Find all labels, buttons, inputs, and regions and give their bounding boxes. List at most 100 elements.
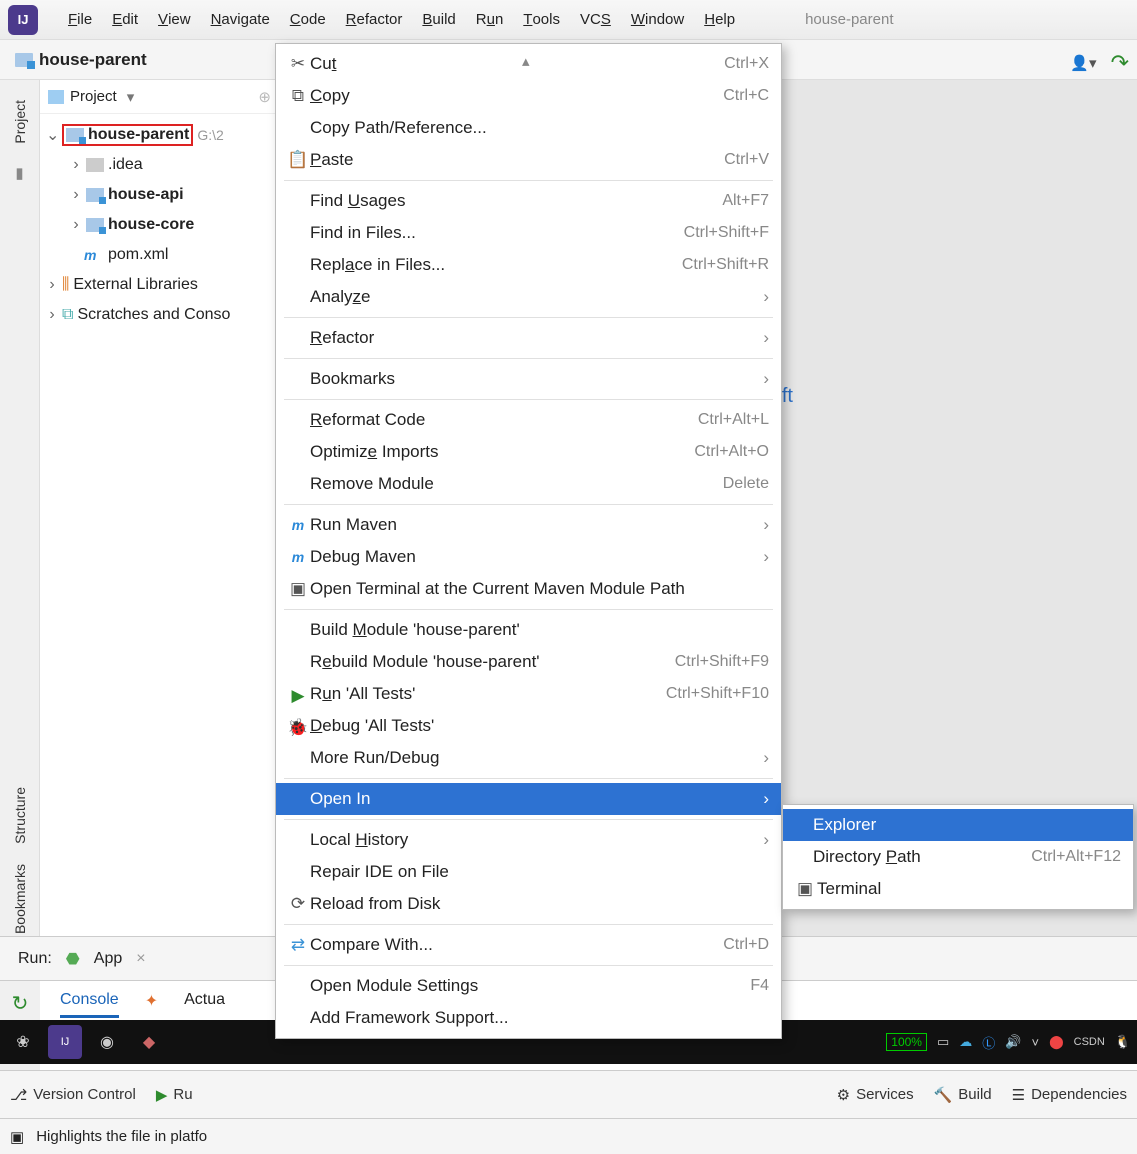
run-tab-console[interactable]: Console [60, 991, 119, 1018]
tree-core[interactable]: › house-core [40, 210, 279, 240]
ctx-open-terminal-maven[interactable]: ▣Open Terminal at the Current Maven Modu… [276, 573, 781, 605]
ctx-rebuild-module[interactable]: Rebuild Module 'house-parent'Ctrl+Shift+… [276, 646, 781, 678]
menu-tools[interactable]: Tools [513, 0, 570, 39]
rerun-icon[interactable]: ↻ [12, 991, 29, 1016]
menu-view[interactable]: View [148, 0, 201, 39]
left-tool-strip-bottom: Structure Bookmarks [0, 787, 40, 934]
taskbar-intellij[interactable]: IJ [48, 1025, 82, 1059]
vcs-icon: ⎇ [10, 1086, 27, 1104]
tab-dependencies[interactable]: ☰Dependencies [1012, 1086, 1127, 1104]
left-tab-project[interactable]: Project [12, 100, 28, 144]
menu-vcs[interactable]: VCS [570, 0, 621, 39]
run-label: Run: [18, 950, 52, 968]
collapse-arrow-icon[interactable]: › [46, 276, 58, 294]
ctx-optimize-imports[interactable]: Optimize ImportsCtrl+Alt+O [276, 436, 781, 468]
collapse-arrow-icon[interactable]: › [46, 306, 58, 324]
collapse-arrow-icon[interactable]: › [70, 186, 82, 204]
taskbar-app-1[interactable]: ❀ [6, 1025, 40, 1059]
taskbar-media[interactable]: ◉ [90, 1025, 124, 1059]
project-panel-header[interactable]: Project ▾ ⊕ [40, 80, 279, 114]
chevron-down-icon[interactable]: ▾ [127, 88, 135, 106]
project-tree[interactable]: ⌄ house-parent G:\2 › .idea › house-api … [40, 114, 279, 336]
tree-pom[interactable]: m pom.xml [40, 240, 279, 270]
menu-run[interactable]: Run [466, 0, 514, 39]
ctx-find-in-files[interactable]: Find in Files...Ctrl+Shift+F [276, 217, 781, 249]
tray-icon-l[interactable]: Ⓛ [982, 1033, 995, 1052]
ctx-open-module-settings[interactable]: Open Module SettingsF4 [276, 970, 781, 1002]
close-icon[interactable]: × [136, 950, 145, 968]
menu-window[interactable]: Window [621, 0, 694, 39]
folder-stripe-icon[interactable]: ▮ [15, 164, 23, 182]
ctx-more-run-debug[interactable]: More Run/Debug› [276, 742, 781, 774]
menu-build[interactable]: Build [412, 0, 465, 39]
maven-debug-icon: m [286, 549, 310, 565]
submenu-terminal[interactable]: ▣Terminal [783, 873, 1133, 905]
tree-ext-libs[interactable]: › ⫼ External Libraries [40, 270, 279, 300]
tab-services[interactable]: ⚙Services [837, 1086, 914, 1104]
expand-icon[interactable]: ⊕ [258, 88, 271, 106]
ctx-debug-maven[interactable]: mDebug Maven› [276, 541, 781, 573]
collapse-arrow-icon[interactable]: ▴ [522, 52, 530, 70]
tab-build[interactable]: 🔨Build [934, 1086, 992, 1104]
tray-volume-icon[interactable]: 🔊 [1005, 1034, 1021, 1050]
tab-run[interactable]: ▶Ru [156, 1086, 193, 1104]
tree-ext-label: External Libraries [73, 276, 198, 294]
ctx-paste[interactable]: 📋PasteCtrl+V [276, 144, 781, 176]
update-icon[interactable]: ↷ [1111, 50, 1129, 76]
battery-indicator[interactable]: 100% [886, 1033, 927, 1051]
tray-qq-icon[interactable]: 🐧 [1115, 1034, 1131, 1050]
app-icon: IJ [8, 5, 38, 35]
ctx-open-in[interactable]: Open In› [276, 783, 781, 815]
tray-icon[interactable]: ▭ [937, 1034, 949, 1050]
tool-windows-icon[interactable]: ▣ [10, 1128, 24, 1146]
user-icon[interactable]: 👤▾ [1070, 54, 1096, 72]
paste-icon: 📋 [286, 150, 310, 170]
submenu-directory-path[interactable]: Directory PathCtrl+Alt+F12 [783, 841, 1133, 873]
collapse-arrow-icon[interactable]: › [70, 156, 82, 174]
ctx-reload-from-disk[interactable]: ⟳Reload from Disk [276, 888, 781, 920]
tree-api[interactable]: › house-api [40, 180, 279, 210]
expand-arrow-icon[interactable]: ⌄ [46, 125, 58, 145]
ctx-refactor[interactable]: Refactor› [276, 322, 781, 354]
tray-chevron-icon[interactable]: ˅ [1031, 1035, 1039, 1050]
ctx-analyze[interactable]: Analyze› [276, 281, 781, 313]
run-config-name[interactable]: App [94, 950, 122, 968]
run-tab-actuator[interactable]: Actua [184, 991, 225, 1018]
tray-text[interactable]: CSDN [1074, 1036, 1105, 1048]
menu-code[interactable]: Code [280, 0, 336, 39]
menu-navigate[interactable]: Navigate [201, 0, 280, 39]
ctx-build-module[interactable]: Build Module 'house-parent' [276, 614, 781, 646]
ctx-debug-tests[interactable]: 🐞Debug 'All Tests' [276, 710, 781, 742]
module-icon [86, 218, 104, 232]
menu-help[interactable]: Help [694, 0, 745, 39]
tab-version-control[interactable]: ⎇Version Control [10, 1086, 136, 1104]
menu-file[interactable]: File [58, 0, 102, 39]
ctx-remove-module[interactable]: Remove ModuleDelete [276, 468, 781, 500]
ctx-add-framework[interactable]: Add Framework Support... [276, 1002, 781, 1034]
ctx-bookmarks[interactable]: Bookmarks› [276, 363, 781, 395]
submenu-explorer[interactable]: Explorer [783, 809, 1133, 841]
collapse-arrow-icon[interactable]: › [70, 216, 82, 234]
ctx-find-usages[interactable]: Find UsagesAlt+F7 [276, 185, 781, 217]
tree-idea[interactable]: › .idea [40, 150, 279, 180]
ctx-run-maven[interactable]: mRun Maven› [276, 509, 781, 541]
ctx-run-tests[interactable]: ▶Run 'All Tests'Ctrl+Shift+F10 [276, 678, 781, 710]
taskbar-app-4[interactable]: ◆ [132, 1025, 166, 1059]
ctx-repair-ide[interactable]: Repair IDE on File [276, 856, 781, 888]
menu-refactor[interactable]: Refactor [336, 0, 413, 39]
ctx-local-history[interactable]: Local History› [276, 824, 781, 856]
tree-scratch-label: Scratches and Conso [77, 306, 230, 324]
tray-cloud-icon[interactable]: ☁ [959, 1034, 972, 1050]
tray-app-icon[interactable]: ⬤ [1049, 1034, 1064, 1050]
ctx-replace-in-files[interactable]: Replace in Files...Ctrl+Shift+R [276, 249, 781, 281]
ctx-copy-path[interactable]: Copy Path/Reference... [276, 112, 781, 144]
left-tab-structure[interactable]: Structure [12, 787, 28, 844]
ctx-copy[interactable]: ⧉CopyCtrl+C [276, 80, 781, 112]
menu-edit[interactable]: Edit [102, 0, 148, 39]
breadcrumb-root[interactable]: house-parent [39, 50, 147, 70]
ctx-reformat[interactable]: Reformat CodeCtrl+Alt+L [276, 404, 781, 436]
tree-scratches[interactable]: › ⧉ Scratches and Conso [40, 300, 279, 330]
ctx-compare-with[interactable]: ⇄Compare With...Ctrl+D [276, 929, 781, 961]
tree-root[interactable]: ⌄ house-parent G:\2 [40, 120, 279, 150]
left-tab-bookmarks[interactable]: Bookmarks [12, 864, 28, 934]
